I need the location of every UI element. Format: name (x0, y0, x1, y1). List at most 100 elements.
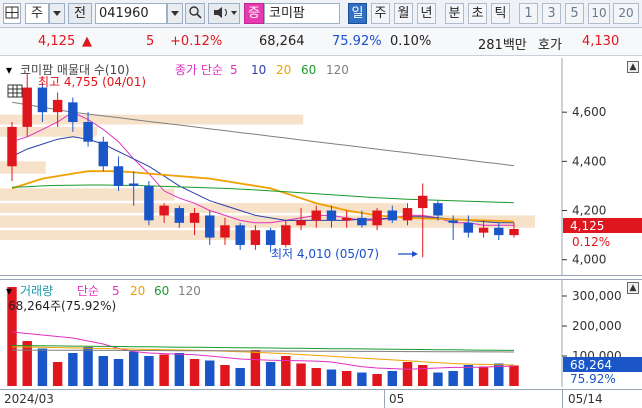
volume-bar (326, 369, 337, 386)
trading-amount: 281백만 (478, 38, 527, 53)
volume-sub-label: 68,264주(75.92%) (8, 299, 116, 313)
candle-body (235, 225, 245, 245)
volume-bar (37, 348, 48, 386)
volume-bar (159, 354, 169, 386)
volume-tick-label: 200,000 (572, 319, 622, 333)
toolbar: 주 전 041960 증 코미팜 일 주 월 년 분 초 틱 1 3 5 10 … (0, 0, 642, 28)
market-dropdown-button[interactable] (49, 3, 65, 24)
volume-bar (220, 365, 230, 386)
ma120-legend: 120 (326, 63, 349, 77)
period-year-tab[interactable]: 년 (417, 3, 436, 24)
ask-price: 4,130 (582, 34, 620, 49)
volume-bar (341, 371, 352, 386)
volume-bar (402, 362, 413, 386)
candle-body (144, 185, 154, 221)
candle-body (311, 210, 321, 221)
candle-body (68, 102, 78, 123)
ma20-legend: 20 (276, 63, 291, 77)
volume-value: 68,264 (259, 34, 305, 49)
market-select[interactable]: 주 (25, 3, 49, 24)
ma5-legend: 5 (230, 63, 238, 77)
ma-legend-label: 종가 단순 (175, 63, 223, 77)
candle-body (189, 212, 200, 223)
turnover-rate: 0.10% (390, 34, 432, 49)
volume-bar (68, 353, 78, 386)
candle-body (159, 205, 169, 216)
candle-body (341, 217, 352, 221)
period-day-tab[interactable]: 일 (348, 3, 367, 24)
legend-toggle-icon[interactable]: ▾ (6, 63, 12, 77)
price-change-percent: +0.12% (170, 34, 223, 49)
period-month-tab[interactable]: 월 (394, 3, 413, 24)
candle-body (98, 141, 108, 167)
candle-body (387, 210, 398, 221)
volume-bar (463, 365, 474, 386)
volume-profile-bar (0, 114, 304, 125)
price-chart-panel[interactable]: 4,600 4,400 4,200 4,000 ▾ 코미팜 매물대 수(10) 종가 … (0, 58, 642, 276)
volume-bar (174, 353, 185, 386)
candle-body (174, 208, 185, 223)
volume-profile-bar (0, 203, 407, 213)
candle-body (433, 203, 443, 216)
date-label-start: 2024/03 (4, 392, 54, 406)
volume-bar (189, 359, 200, 386)
candle-body (372, 210, 382, 226)
candle-body (478, 227, 489, 233)
period-10-tab[interactable]: 10 (588, 3, 610, 24)
volume-chart[interactable]: 300,000200,000100,000 ▾ 거래량 단순 5 20 60 1… (0, 279, 642, 387)
period-20-tab[interactable]: 20 (613, 3, 639, 24)
volume-bar (250, 350, 261, 386)
volume-panel-maximize-button[interactable]: ▲ (627, 282, 639, 294)
volume-bar (144, 356, 154, 386)
candle-body (296, 220, 306, 226)
current-volume-tag: 68,264 (570, 358, 612, 372)
date-axis: 2024/03 05 05/14 (0, 389, 642, 408)
candle-body (509, 228, 519, 236)
volume-bar (98, 356, 108, 386)
period-minute-tab[interactable]: 분 (445, 3, 464, 24)
panel-maximize-button[interactable]: ▲ (627, 61, 639, 73)
stock-code-dropdown-button[interactable] (167, 3, 183, 24)
candle-body (113, 166, 124, 186)
current-price-tag: 4,125 (570, 219, 604, 233)
volume-legend-toggle-icon[interactable]: ▾ (6, 284, 12, 298)
price-tick-label: 4,000 (572, 253, 606, 267)
period-1-tab[interactable]: 1 (519, 3, 538, 24)
volume-ma20-legend: 20 (130, 284, 145, 298)
period-week-tab[interactable]: 주 (371, 3, 390, 24)
period-tick-tab[interactable]: 틱 (491, 3, 510, 24)
price-chart[interactable]: 4,6004,4004,2004,000 ▾ 코미팜 매물대 수(10) 종가 … (0, 58, 642, 276)
volume-bar (22, 341, 32, 386)
candle-body (37, 87, 48, 113)
volume-tick-label: 300,000 (572, 289, 622, 303)
volume-bar (509, 365, 519, 386)
price-change: 5 (146, 34, 155, 49)
period-3-tab[interactable]: 3 (542, 3, 561, 24)
volume-ma60-legend: 60 (154, 284, 169, 298)
chart-mode-button[interactable]: 전 (68, 3, 92, 24)
volume-ratio: 75.92% (332, 34, 382, 49)
grid-icon[interactable] (3, 3, 21, 24)
table-icon[interactable] (7, 84, 23, 98)
stock-code-input[interactable]: 041960 (95, 3, 167, 24)
current-price: 4,125 (38, 34, 76, 49)
volume-chart-panel[interactable]: 300,000 200,000 100,000 ▾ 거래량 단순 5 20 60 1… (0, 279, 642, 387)
candle-body (7, 126, 17, 167)
candle-body (494, 227, 504, 236)
low-price-marker: 최저 4,010 (05/07) (271, 247, 379, 261)
candle-body (402, 208, 413, 221)
price-tick-label: 4,200 (572, 204, 606, 218)
date-divider (384, 390, 385, 408)
price-tick-label: 4,600 (572, 105, 606, 119)
search-icon[interactable] (185, 3, 205, 24)
candle-body (83, 122, 93, 142)
stock-name-field[interactable]: 코미팜 (264, 3, 340, 24)
speaker-icon[interactable] (208, 3, 240, 24)
candle-body (220, 225, 230, 238)
quote-bar: 4,125 ▲ 5 +0.12% 68,264 75.92% 0.10% 281… (0, 28, 642, 56)
period-5-tab[interactable]: 5 (565, 3, 584, 24)
candle-body (463, 222, 474, 233)
volume-bar (52, 362, 63, 386)
ma10-legend: 10 (251, 63, 266, 77)
period-second-tab[interactable]: 초 (468, 3, 487, 24)
